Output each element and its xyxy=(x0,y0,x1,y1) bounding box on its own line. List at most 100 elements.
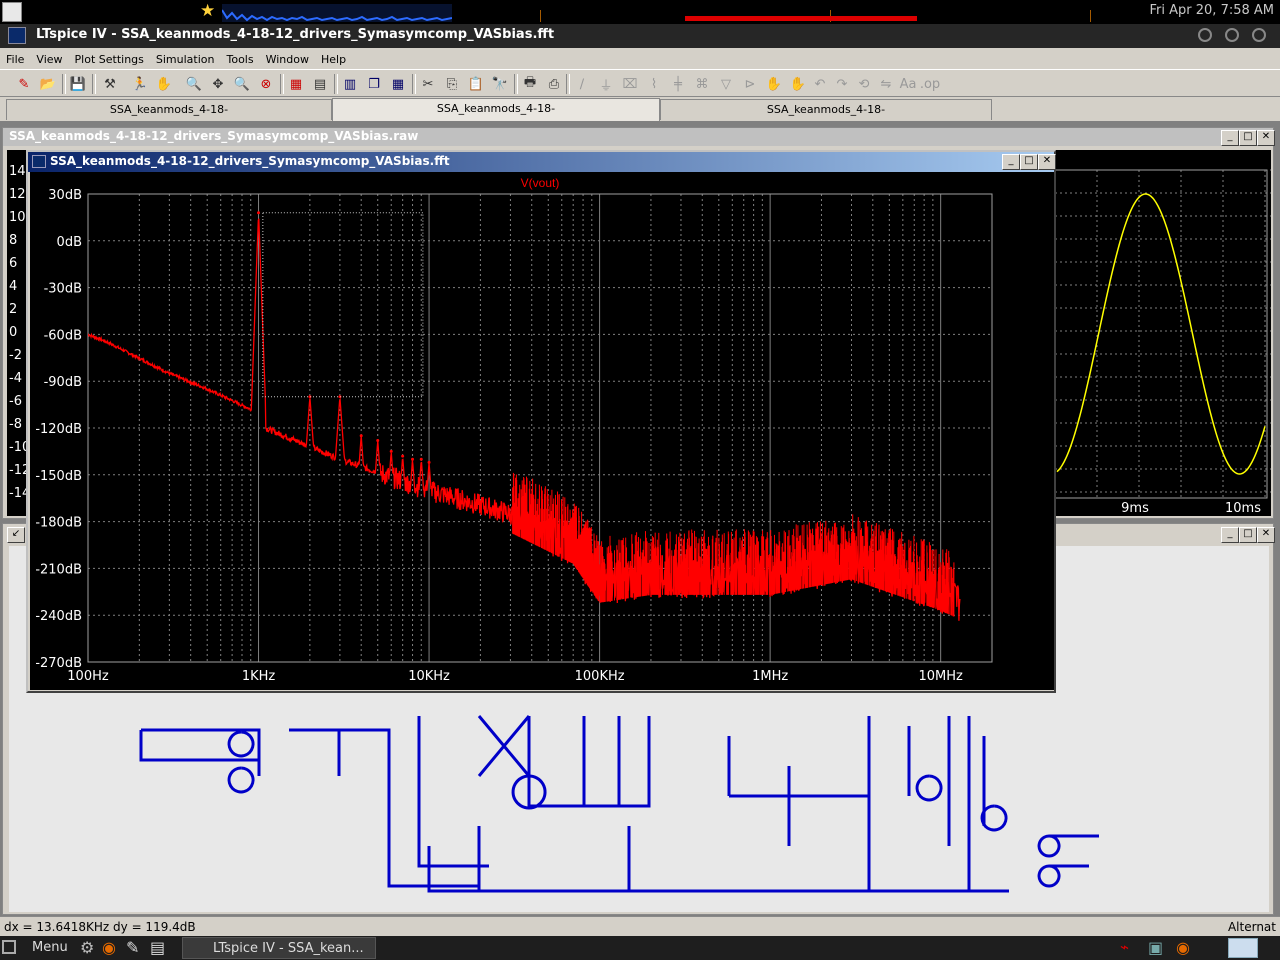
x-tick-label: 1MHz xyxy=(752,669,788,684)
display-tray-icon[interactable]: ▣ xyxy=(1148,938,1163,957)
drag-icon[interactable]: ✋ xyxy=(788,74,808,94)
tab-bar: SSA_keanmods_4-18-12_drivers_Symasymcomp… xyxy=(0,97,1280,136)
undo-icon[interactable]: ↶ xyxy=(810,74,830,94)
menu-view[interactable]: View xyxy=(36,48,62,69)
wire-icon[interactable]: ∕ xyxy=(572,74,592,94)
fft-maximize-button[interactable]: □ xyxy=(1020,154,1038,170)
harmonic-point xyxy=(427,460,431,464)
maximize-button[interactable] xyxy=(1225,28,1239,42)
panel-tick xyxy=(540,10,541,22)
tab-raw[interactable]: SSA_keanmods_4-18-12_drivers_Symasymcomp… xyxy=(660,99,992,136)
raw-y-tick-label: 12 xyxy=(9,187,26,202)
rotate-icon[interactable]: ⟲ xyxy=(854,74,874,94)
halt-icon[interactable]: ✋ xyxy=(154,74,174,94)
ltspice-task-icon[interactable] xyxy=(1228,938,1258,958)
minimize-button[interactable] xyxy=(1198,28,1212,42)
settings-icon[interactable]: ⚙ xyxy=(80,938,94,957)
harmonic-point xyxy=(419,457,423,461)
tab-asc[interactable]: SSA_keanmods_4-18-12_drivers_Symasymcomp… xyxy=(6,99,332,136)
clock[interactable]: Fri Apr 20, 7:58 AM xyxy=(1130,3,1278,18)
ltspice-tray-icon[interactable]: ⌁ xyxy=(1120,938,1129,956)
print-preview-icon[interactable]: 🖶 xyxy=(520,74,540,94)
menu-window[interactable]: Window xyxy=(266,48,309,69)
tab-fft[interactable]: SSA_keanmods_4-18-12_drivers_Symasymcomp… xyxy=(332,98,660,135)
cursor-readout: dx = 13.6418KHz dy = 119.4dB xyxy=(4,920,196,934)
sch-minimize-button[interactable]: _ xyxy=(1221,527,1239,543)
component-icon[interactable]: ⊳ xyxy=(740,74,760,94)
harmonic-point xyxy=(411,457,415,461)
redo-icon[interactable]: ↷ xyxy=(832,74,852,94)
raw-y-tick-label: -2 xyxy=(9,348,22,363)
run-icon[interactable]: 🏃 xyxy=(130,74,150,94)
y-tick-label: -210dB xyxy=(35,562,82,577)
firefox-icon[interactable]: ◉ xyxy=(102,938,116,957)
ground-icon[interactable]: ⏚ xyxy=(596,74,616,94)
raw-minimize-button[interactable]: _ xyxy=(1221,130,1239,146)
open-icon[interactable]: 📂 xyxy=(38,74,58,94)
autorange-icon[interactable]: ▦ xyxy=(286,74,306,94)
text-editor-icon[interactable]: ✎ xyxy=(126,938,139,957)
move-icon[interactable]: ✋ xyxy=(764,74,784,94)
toolbar-separator xyxy=(334,74,338,94)
zoom-in-icon[interactable]: 🔍 xyxy=(184,74,204,94)
raw-y-tick-label: 4 xyxy=(9,279,17,294)
menu-simulation[interactable]: Simulation xyxy=(156,48,215,69)
label-net-icon[interactable]: ⌧ xyxy=(620,74,640,94)
tile-horizontal-icon[interactable]: ▥ xyxy=(340,74,360,94)
menu-plot-settings[interactable]: Plot Settings xyxy=(75,48,144,69)
zoom-fit-icon[interactable]: ⊗ xyxy=(256,74,276,94)
menu-bar: File View Plot Settings Simulation Tools… xyxy=(0,48,1280,69)
save-icon[interactable]: 💾 xyxy=(68,74,88,94)
raw-maximize-button[interactable]: □ xyxy=(1239,130,1257,146)
raw-frame xyxy=(1054,169,1268,499)
fft-window[interactable]: SSA_keanmods_4-18-12_drivers_Symasymcomp… xyxy=(26,150,1056,693)
mirror-icon[interactable]: ⇋ xyxy=(876,74,896,94)
capacitor-icon[interactable]: ╪ xyxy=(668,74,688,94)
sch-restore-button[interactable]: ↙ xyxy=(7,527,25,543)
sch-close-button[interactable]: ✕ xyxy=(1257,527,1275,543)
raw-trace xyxy=(1056,193,1266,475)
taskbar-item-ltspice[interactable]: LTspice IV - SSA_kean... xyxy=(182,937,376,959)
raw-y-tick-label: 0 xyxy=(9,325,17,340)
firefox-tray-icon[interactable]: ◉ xyxy=(1176,938,1190,957)
new-schematic-icon[interactable]: ✎ xyxy=(14,74,34,94)
toolbar-separator xyxy=(514,74,518,94)
terminal-icon[interactable]: ▤ xyxy=(150,938,165,957)
y-tick-label: -60dB xyxy=(44,328,82,343)
zoom-out-icon[interactable]: 🔍 xyxy=(232,74,252,94)
fft-minimize-button[interactable]: _ xyxy=(1002,154,1020,170)
control-panel-icon[interactable]: ⚒ xyxy=(100,74,120,94)
paste-icon[interactable]: 📋 xyxy=(466,74,486,94)
x-tick-label: 100Hz xyxy=(67,669,109,684)
raw-close-button[interactable]: ✕ xyxy=(1257,130,1275,146)
diode-icon[interactable]: ▽ xyxy=(716,74,736,94)
star-icon[interactable]: ★ xyxy=(200,1,215,21)
cascade-icon[interactable]: ❐ xyxy=(364,74,384,94)
cut-icon[interactable]: ✂ xyxy=(418,74,438,94)
inductor-icon[interactable]: ⌘ xyxy=(692,74,712,94)
fft-window-title: SSA_keanmods_4-18-12_drivers_Symasymcomp… xyxy=(50,154,450,168)
grid-icon[interactable]: ▤ xyxy=(310,74,330,94)
copy-icon[interactable]: ⎘ xyxy=(442,74,462,94)
menu-help[interactable]: Help xyxy=(321,48,346,69)
pan-icon[interactable]: ✥ xyxy=(208,74,228,94)
harmonic-point xyxy=(401,454,405,458)
sch-maximize-button[interactable]: □ xyxy=(1239,527,1257,543)
spice-directive-icon[interactable]: .op xyxy=(920,74,940,94)
close-button[interactable] xyxy=(1252,28,1266,42)
fft-close-button[interactable]: ✕ xyxy=(1038,154,1056,170)
print-icon[interactable]: ⎙ xyxy=(544,74,564,94)
start-menu-button[interactable]: Menu xyxy=(32,940,68,955)
start-menu-icon[interactable] xyxy=(2,940,16,954)
fft-plot[interactable]: V(vout) 30dB 0dB -30dB -60dB -90dB -120dB -150d… xyxy=(30,172,1054,690)
text-icon[interactable]: Aa xyxy=(898,74,918,94)
find-icon[interactable]: 🔭 xyxy=(490,74,510,94)
tile-vertical-icon[interactable]: ▦ xyxy=(388,74,408,94)
menu-file[interactable]: File xyxy=(6,48,24,69)
status-right: Alternat xyxy=(1227,920,1276,934)
menu-tools[interactable]: Tools xyxy=(226,48,253,69)
fundamental-point xyxy=(257,211,261,215)
raw-x-tick-label: 10ms xyxy=(1225,501,1261,516)
system-menu-icon[interactable] xyxy=(2,2,22,22)
resistor-icon[interactable]: ⌇ xyxy=(644,74,664,94)
